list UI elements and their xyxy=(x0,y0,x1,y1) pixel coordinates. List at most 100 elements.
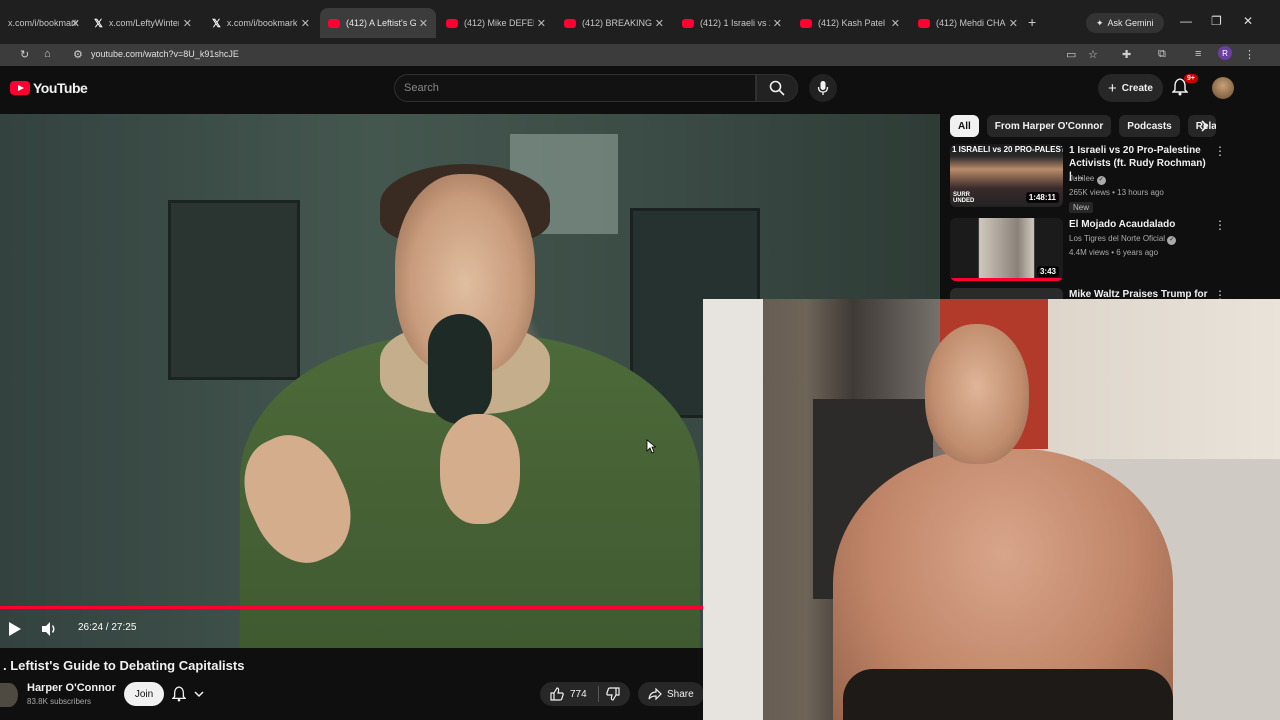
close-icon[interactable]: ✕ xyxy=(655,17,664,30)
share-button[interactable]: Share xyxy=(638,682,704,706)
volume-icon[interactable] xyxy=(40,620,58,638)
voice-search-button[interactable] xyxy=(809,74,837,102)
split-view-icon[interactable]: ⧉ xyxy=(1158,48,1166,61)
thumbs-down-icon[interactable] xyxy=(606,687,620,701)
channel-name[interactable]: Harper O'Connor xyxy=(27,682,116,694)
recommendation-item[interactable]: ♪ 3:43 El Mojado Acaudalado Los Tigres d… xyxy=(950,218,1270,286)
close-icon[interactable]: ✕ xyxy=(183,17,192,30)
browser-tab-strip: x.com/i/bookmarks ✕ 𝕏 x.com/LeftyWinter … xyxy=(0,0,1280,44)
browser-tab[interactable]: 𝕏 x.com/i/bookmarks ✕ xyxy=(204,8,318,38)
browser-tab[interactable]: 𝕏 x.com/LeftyWinter ✕ xyxy=(86,8,200,38)
youtube-header: YouTube Search + Create 9+ xyxy=(0,66,1280,112)
youtube-favicon-icon xyxy=(800,18,812,28)
recommendation-channel-name: Los Tigres del Norte Oficial xyxy=(1069,234,1166,243)
youtube-logo-text: YouTube xyxy=(33,80,88,96)
maximize-icon[interactable]: ❐ xyxy=(1211,14,1222,28)
recommendation-thumbnail[interactable]: 1 ISRAELI vs 20 PRO-PALESTINE SURR UNDED… xyxy=(950,144,1063,207)
site-info-icon[interactable]: ⚙ xyxy=(73,48,83,61)
more-actions-icon[interactable]: ⋮ xyxy=(1214,144,1226,158)
video-frame-hand xyxy=(440,414,520,524)
youtube-play-logo-icon xyxy=(10,81,30,95)
url-field[interactable]: youtube.com/watch?v=8U_k91shcJE xyxy=(91,49,239,59)
chevron-right-icon[interactable] xyxy=(1200,120,1210,132)
tab-title: x.com/i/bookmarks xyxy=(8,18,78,28)
youtube-favicon-icon xyxy=(564,18,576,28)
search-input[interactable]: Search xyxy=(394,74,756,102)
youtube-favicon-icon xyxy=(328,18,340,28)
video-title: . Leftist's Guide to Debating Capitalist… xyxy=(3,658,245,673)
tab-title: (412) 1 Israeli vs 20 xyxy=(700,18,770,28)
ask-gemini-button[interactable]: ✦ Ask Gemini xyxy=(1086,13,1164,33)
cast-icon[interactable]: ▭ xyxy=(1066,48,1076,61)
chip-all[interactable]: All xyxy=(950,115,979,137)
close-icon[interactable]: ✕ xyxy=(773,17,782,30)
create-label: Create xyxy=(1121,82,1153,94)
watched-progress-bar xyxy=(950,278,1063,281)
bell-icon xyxy=(172,686,186,702)
create-button[interactable]: + Create xyxy=(1098,74,1163,102)
video-frame-picture xyxy=(168,200,300,380)
recommendation-channel[interactable]: Jubilee ✓ xyxy=(1069,174,1106,185)
recommendation-title[interactable]: El Mojado Acaudalado xyxy=(1069,218,1209,231)
recommendation-channel-name: Jubilee xyxy=(1069,174,1095,183)
reload-icon[interactable]: ↻ xyxy=(20,48,29,61)
search-button[interactable] xyxy=(756,74,798,102)
youtube-favicon-icon xyxy=(682,18,694,28)
account-avatar[interactable] xyxy=(1212,77,1234,99)
webcam-overlay xyxy=(703,299,1280,720)
browser-tab[interactable]: x.com/i/bookmarks ✕ xyxy=(0,8,88,38)
subscriber-count: 83.8K subscribers xyxy=(27,697,92,706)
webcam-person-face xyxy=(925,324,1029,464)
window-close-icon[interactable]: ✕ xyxy=(1243,14,1253,28)
tab-title: (412) Mike DEFEN xyxy=(464,18,534,28)
browser-tab[interactable]: (412) Kash Patel Ca ✕ xyxy=(792,8,908,38)
search-icon xyxy=(769,80,785,96)
bookmark-star-icon[interactable]: ☆ xyxy=(1088,48,1098,61)
play-icon[interactable] xyxy=(8,621,22,637)
extensions-icon[interactable]: ✚ xyxy=(1122,48,1131,61)
channel-avatar[interactable] xyxy=(0,683,18,707)
more-actions-icon[interactable]: ⋮ xyxy=(1214,218,1226,232)
x-logo-icon: 𝕏 xyxy=(94,17,103,30)
home-icon[interactable]: ⌂ xyxy=(44,48,51,60)
close-icon[interactable]: ✕ xyxy=(891,17,900,30)
youtube-logo[interactable]: YouTube xyxy=(10,80,88,96)
x-logo-icon: 𝕏 xyxy=(212,17,221,30)
profile-avatar[interactable]: R xyxy=(1218,46,1232,60)
filter-chips: All From Harper O'Connor Podcasts Rela xyxy=(950,115,1216,137)
chip-podcasts[interactable]: Podcasts xyxy=(1119,115,1180,137)
more-menu-icon[interactable]: ⋮ xyxy=(1244,48,1255,61)
verified-check-icon: ✓ xyxy=(1096,176,1106,185)
thumbs-up-icon[interactable] xyxy=(550,687,564,701)
tab-title: (412) Kash Patel Ca xyxy=(818,18,888,28)
browser-tab[interactable]: (412) BREAKING: S ✕ xyxy=(556,8,672,38)
browser-tab[interactable]: (412) Mike DEFEN ✕ xyxy=(438,8,554,38)
close-icon[interactable]: ✕ xyxy=(1009,17,1018,30)
like-count[interactable]: 774 xyxy=(570,689,587,700)
browser-tab[interactable]: (412) Mehdi CHALL ✕ xyxy=(910,8,1026,38)
subscription-notifications-button[interactable] xyxy=(172,686,204,702)
webcam-background-door xyxy=(703,299,763,720)
chevron-down-icon xyxy=(194,691,204,698)
close-icon[interactable]: ✕ xyxy=(301,17,310,30)
close-icon[interactable]: ✕ xyxy=(71,17,80,30)
chip-from-channel[interactable]: From Harper O'Connor xyxy=(986,115,1112,137)
share-label: Share xyxy=(667,688,694,700)
reading-list-icon[interactable]: ≡ xyxy=(1195,48,1201,60)
browser-tab[interactable]: (412) 1 Israeli vs 20 ✕ xyxy=(674,8,790,38)
close-icon[interactable]: ✕ xyxy=(537,17,546,30)
recommendation-thumbnail[interactable]: ♪ 3:43 xyxy=(950,218,1063,281)
sparkle-icon: ✦ xyxy=(1096,17,1104,28)
plus-icon: + xyxy=(1108,79,1117,97)
new-tab-icon[interactable]: + xyxy=(1028,14,1036,30)
time-display: 26:24 / 27:25 xyxy=(78,622,137,633)
recommendation-item[interactable]: 1 ISRAELI vs 20 PRO-PALESTINE SURR UNDED… xyxy=(950,144,1270,213)
recommendation-channel[interactable]: Los Tigres del Norte Oficial ✓ xyxy=(1069,234,1177,245)
browser-tab-active[interactable]: (412) A Leftist's Gu ✕ xyxy=(320,8,436,38)
join-button[interactable]: Join xyxy=(124,682,164,706)
close-icon[interactable]: ✕ xyxy=(419,17,428,30)
thumbnail-corner-text: SURR UNDED xyxy=(953,192,975,204)
minimize-icon[interactable]: — xyxy=(1180,14,1192,28)
webcam-chair xyxy=(843,669,1173,720)
thumbnail-text: 1 ISRAELI vs 20 PRO-PALESTINE xyxy=(952,145,1063,154)
